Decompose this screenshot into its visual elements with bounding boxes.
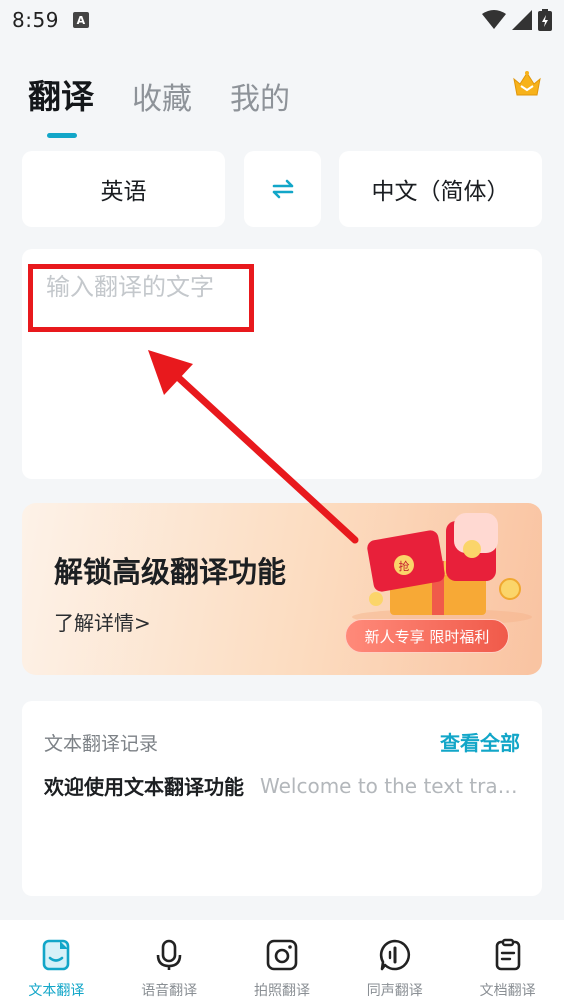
record-source-text: 欢迎使用文本翻译功能: [44, 775, 244, 799]
swap-language-button[interactable]: [244, 151, 321, 227]
gift-box-icon: 抢: [352, 513, 532, 625]
nav-label: 文档翻译: [479, 983, 536, 999]
nav-photo-translate[interactable]: 拍照翻译: [226, 920, 339, 1004]
status-icons: [482, 9, 552, 31]
signal-icon: [512, 10, 532, 30]
nav-document-translate[interactable]: 文档翻译: [451, 920, 564, 1004]
record-target-text: Welcome to the text translation function: [260, 773, 522, 798]
notification-icon: A: [72, 12, 89, 28]
nav-label: 文本翻译: [28, 983, 85, 999]
banner-title: 解锁高级翻译功能: [54, 555, 287, 589]
banner-art-glyph: 抢: [399, 559, 410, 573]
source-language-button[interactable]: 英语: [22, 151, 225, 227]
target-language-button[interactable]: 中文（简体）: [339, 151, 542, 227]
simultaneous-icon: [379, 939, 410, 971]
language-selector: 英语 中文（简体）: [22, 151, 542, 227]
document-icon: [495, 938, 520, 971]
translation-records-card: 文本翻译记录 查看全部 欢迎使用文本翻译功能 Welcome to the te…: [22, 701, 542, 896]
banner-details-link[interactable]: 了解详情>: [54, 607, 151, 636]
wifi-icon: [482, 10, 506, 29]
nav-simultaneous-translate[interactable]: 同声翻译: [338, 920, 451, 1004]
status-bar: 8:59 A: [0, 0, 564, 40]
view-all-button[interactable]: 查看全部: [440, 727, 520, 756]
nav-text-translate[interactable]: 文本翻译: [0, 920, 113, 1004]
record-item[interactable]: 欢迎使用文本翻译功能 Welcome to the text translati…: [44, 771, 522, 800]
tab-translate[interactable]: 翻译: [28, 70, 94, 138]
nav-label: 语音翻译: [141, 983, 198, 999]
nav-label: 同声翻译: [366, 983, 423, 999]
camera-icon: [266, 939, 298, 971]
translation-input[interactable]: [46, 273, 526, 301]
status-time: 8:59: [12, 8, 59, 32]
tab-favorites[interactable]: 收藏: [132, 74, 192, 118]
header-tabs: 翻译 收藏 我的: [28, 70, 290, 138]
swap-arrows-icon: [272, 179, 293, 199]
promo-banner[interactable]: 解锁高级翻译功能 了解详情> 抢 新人专享 限时福利: [22, 503, 542, 675]
microphone-icon: [156, 939, 182, 970]
records-title: 文本翻译记录: [44, 733, 159, 755]
nav-voice-translate[interactable]: 语音翻译: [113, 920, 226, 1004]
bottom-nav: 文本翻译 语音翻译 拍照翻译 同声翻译 文档翻译: [0, 920, 564, 1004]
translation-input-card[interactable]: [22, 249, 542, 479]
nav-label: 拍照翻译: [253, 983, 310, 999]
banner-badge[interactable]: 新人专享 限时福利: [345, 619, 509, 653]
text-translate-icon: [43, 939, 70, 971]
battery-icon: [538, 9, 552, 31]
crown-icon[interactable]: [512, 70, 542, 98]
tab-mine[interactable]: 我的: [230, 74, 290, 118]
